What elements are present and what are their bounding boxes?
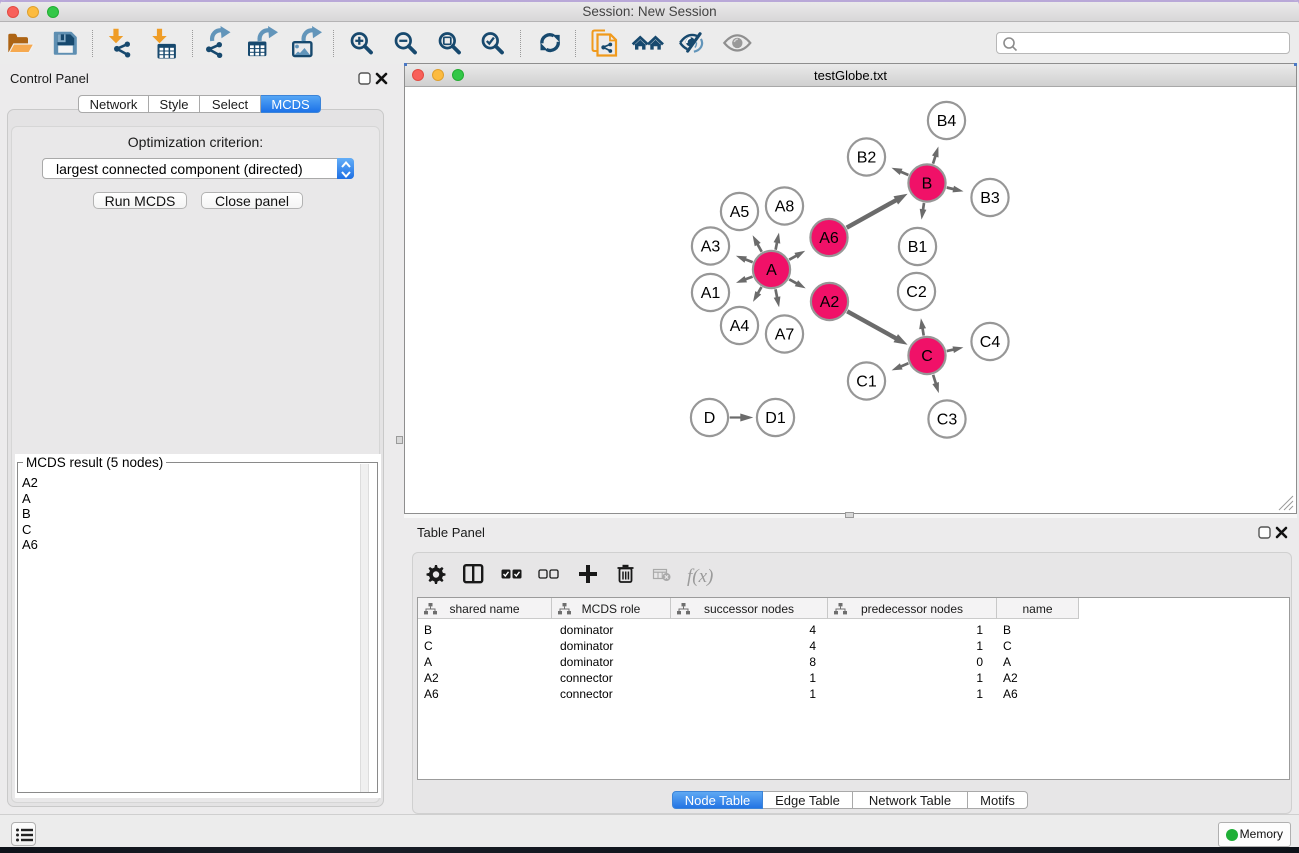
svg-text:C3: C3: [937, 412, 958, 429]
svg-text:B2: B2: [857, 150, 877, 167]
svg-text:A2: A2: [820, 294, 840, 311]
svg-text:A1: A1: [701, 285, 721, 302]
svg-text:A: A: [766, 262, 777, 279]
svg-text:B1: B1: [908, 239, 928, 256]
svg-text:A5: A5: [730, 204, 750, 221]
svg-text:A3: A3: [701, 239, 721, 256]
svg-text:C1: C1: [856, 374, 877, 391]
svg-text:B4: B4: [937, 113, 957, 130]
svg-text:C: C: [921, 348, 933, 365]
svg-text:f(x): f(x): [687, 566, 713, 587]
svg-text:B: B: [922, 176, 933, 193]
svg-text:A6: A6: [819, 230, 839, 247]
svg-text:A7: A7: [775, 327, 795, 344]
svg-text:D1: D1: [765, 410, 786, 427]
svg-text:C4: C4: [980, 334, 1001, 351]
svg-text:B3: B3: [980, 190, 1000, 207]
svg-text:A4: A4: [730, 318, 750, 335]
svg-text:C2: C2: [906, 284, 927, 301]
svg-text:D: D: [704, 410, 716, 427]
svg-text:A8: A8: [775, 199, 795, 216]
